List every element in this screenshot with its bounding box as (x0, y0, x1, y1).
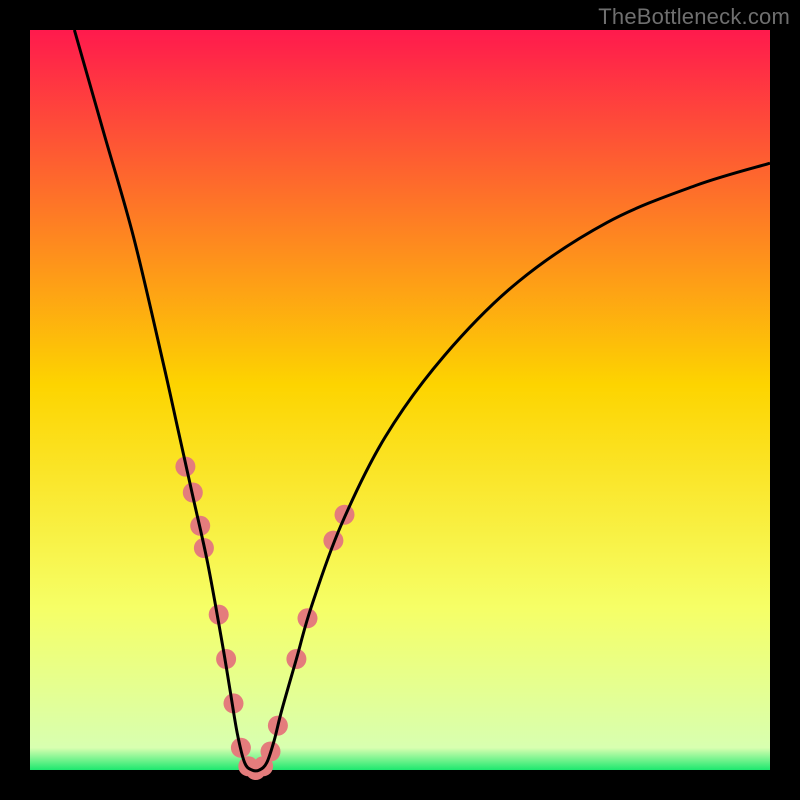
plot-area (30, 30, 770, 780)
chart-stage: TheBottleneck.com (0, 0, 800, 800)
watermark-text: TheBottleneck.com (598, 4, 790, 30)
bottleneck-chart (0, 0, 800, 800)
plot-background (30, 30, 770, 770)
